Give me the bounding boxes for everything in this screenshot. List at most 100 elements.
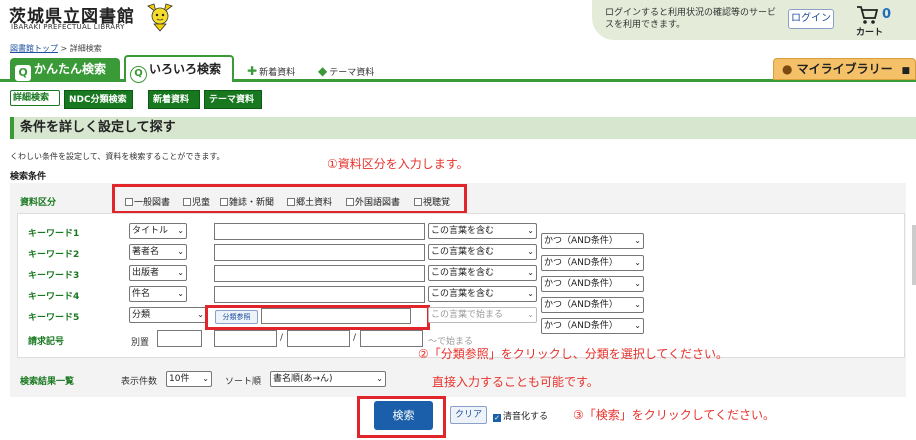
tab-simple-search[interactable]: Q かんたん検索 xyxy=(10,58,120,81)
tab-advanced-search[interactable]: Q いろいろ検索 xyxy=(124,55,234,83)
tab-my-library[interactable]: ● マイライブラリー ■ xyxy=(773,58,916,80)
chevron-down-icon: ⌄ xyxy=(634,236,641,245)
chevron-down-icon: ⌄ xyxy=(634,279,641,288)
clear-button[interactable]: クリア xyxy=(450,406,487,424)
magnifier-icon: Q xyxy=(130,66,147,83)
keyword2-field-select[interactable]: 著者名 ⌄ xyxy=(129,244,187,260)
keyword2-match-select[interactable]: この言葉を含む ⌄ xyxy=(428,244,537,260)
keyword1-input[interactable] xyxy=(214,223,425,240)
chevron-down-icon: ⌄ xyxy=(197,310,204,319)
annotation-2: ②「分類参照」をクリックし、分類を選択してください。 xyxy=(418,347,729,361)
chevron-down-icon: ⌄ xyxy=(634,258,641,267)
keyword2-op-select[interactable]: かつ（AND条件） ⌄ xyxy=(541,255,644,271)
keyword3-input[interactable] xyxy=(214,265,425,282)
chevron-down-icon: ⌄ xyxy=(376,374,383,383)
breadcrumb-home[interactable]: 図書館トップ xyxy=(10,44,58,53)
keyword1-op-select[interactable]: かつ（AND条件） ⌄ xyxy=(541,233,644,249)
nav-theme-materials[interactable]: ◆ テーマ資料 xyxy=(318,64,374,78)
sort-select[interactable]: 書名順(あ→ん) ⌄ xyxy=(270,371,386,387)
keyword1-label: キーワード1 xyxy=(28,229,80,239)
bunrui-reference-button[interactable]: 分類参照 xyxy=(215,310,258,324)
search-icon: Q xyxy=(15,65,31,81)
keyword5-match-select[interactable]: この言葉で始まる ⌄ xyxy=(428,307,537,323)
keyword4-op-select[interactable]: かつ（AND条件） ⌄ xyxy=(541,297,644,313)
keyword5-label: キーワード5 xyxy=(28,313,80,323)
chevron-down-icon: ⌄ xyxy=(634,321,641,330)
keyword5-field-select[interactable]: 分類 ⌄ xyxy=(129,307,207,323)
keyword4-field-select[interactable]: 件名 ⌄ xyxy=(129,286,187,302)
keyword4-label: キーワード4 xyxy=(28,292,80,302)
subtab-detail[interactable]: 詳細検索 xyxy=(10,90,60,106)
page-description: くわしい条件を設定して、資料を検索することができます。 xyxy=(10,152,225,161)
keyword1-field-select[interactable]: タイトル ⌄ xyxy=(129,223,187,239)
user-icon: ● xyxy=(782,62,793,76)
tag-icon: ◆ xyxy=(318,64,328,78)
callno-sep-1: / xyxy=(280,333,284,343)
keyword2-input[interactable] xyxy=(214,244,425,261)
tab-simple-label: かんたん検索 xyxy=(34,62,107,76)
breadcrumb: 図書館トップ > 詳細検索 xyxy=(10,43,102,54)
login-button[interactable]: ログイン xyxy=(788,9,834,29)
nav-theme-label: テーマ資料 xyxy=(329,68,375,78)
chevron-down-icon: ⌄ xyxy=(527,310,534,319)
keyword4-input[interactable] xyxy=(214,286,425,303)
chevron-down-icon: ⌄ xyxy=(527,247,534,256)
breadcrumb-current: 詳細検索 xyxy=(69,44,102,53)
page-title: 条件を詳しく設定して探す xyxy=(10,117,916,139)
chevron-down-icon: ⌄ xyxy=(177,268,184,277)
subtab-new[interactable]: 新着資料 xyxy=(148,90,200,109)
highlight-material xyxy=(112,184,467,214)
library-logo-en: IBARAKI PREFECTUAL LIBRARY xyxy=(11,23,125,31)
my-library-label: マイライブラリー xyxy=(796,62,893,76)
keyword3-label: キーワード3 xyxy=(28,271,80,281)
annotation-4: ③「検索」をクリックしてください。 xyxy=(573,408,776,422)
subtab-theme[interactable]: テーマ資料 xyxy=(204,90,262,109)
keyword5-op-select[interactable]: かつ（AND条件） ⌄ xyxy=(541,318,644,334)
callno-label: 請求記号 xyxy=(28,337,65,347)
chevron-down-icon: ⌄ xyxy=(202,374,209,383)
chevron-down-icon: ⌄ xyxy=(177,289,184,298)
chevron-down-icon: ⌄ xyxy=(527,268,534,277)
annotation-1: ①資料区分を入力します。 xyxy=(327,157,469,171)
scrollbar[interactable] xyxy=(912,225,916,285)
login-message: ログインすると利用状況の確認等のサービスを利用できます。 xyxy=(605,8,777,30)
chevron-down-icon: ⌄ xyxy=(527,226,534,235)
cart-count: 0 xyxy=(882,7,892,22)
material-label: 資料区分 xyxy=(20,198,57,208)
sort-label: ソート順 xyxy=(225,377,262,387)
annotation-3: 直接入力することも可能です。 xyxy=(432,375,599,389)
chevron-down-icon: ⌄ xyxy=(177,247,184,256)
chevron-down-icon: ⌄ xyxy=(527,289,534,298)
keyword3-op-select[interactable]: かつ（AND条件） ⌄ xyxy=(541,276,644,292)
callno-input-4[interactable] xyxy=(360,330,423,347)
callno-input-3[interactable] xyxy=(287,330,350,347)
count-select[interactable]: 10件 ⌄ xyxy=(166,371,212,387)
lock-icon: ■ xyxy=(901,66,910,76)
cart-icon[interactable] xyxy=(856,5,878,25)
keyword3-field-select[interactable]: 出版者 ⌄ xyxy=(129,265,187,281)
seion-checkbox[interactable]: ✓ 清音化する xyxy=(493,409,548,422)
sparkle-icon: ✚ xyxy=(247,64,258,78)
nav-new-label: 新着資料 xyxy=(259,68,296,78)
tab-advanced-label: いろいろ検索 xyxy=(149,62,222,76)
conditions-label: 検索条件 xyxy=(10,172,47,182)
seion-label: 清音化する xyxy=(503,412,549,422)
callno-input-2[interactable] xyxy=(214,330,277,347)
checkmark-icon: ✓ xyxy=(493,414,501,422)
callno-input-1[interactable] xyxy=(157,330,202,347)
subtab-ndc[interactable]: NDC分類検索 xyxy=(64,90,133,109)
results-label: 検索結果一覧 xyxy=(20,377,75,387)
keyword3-match-select[interactable]: この言葉を含む ⌄ xyxy=(428,265,537,281)
search-button[interactable]: 検索 xyxy=(374,401,433,430)
chevron-down-icon: ⌄ xyxy=(634,300,641,309)
keyword5-input[interactable] xyxy=(261,308,411,324)
count-label: 表示件数 xyxy=(121,377,158,387)
breadcrumb-sep: > xyxy=(58,44,70,53)
keyword2-label: キーワード2 xyxy=(28,250,80,260)
callno-sub-label: 別置 xyxy=(131,338,150,348)
keyword1-match-select[interactable]: この言葉を含む ⌄ xyxy=(428,223,537,239)
cart-label[interactable]: カート xyxy=(856,25,883,38)
callno-sep-2: / xyxy=(353,333,357,343)
nav-new-materials[interactable]: ✚ 新着資料 xyxy=(247,64,295,78)
keyword4-match-select[interactable]: この言葉を含む ⌄ xyxy=(428,286,537,302)
